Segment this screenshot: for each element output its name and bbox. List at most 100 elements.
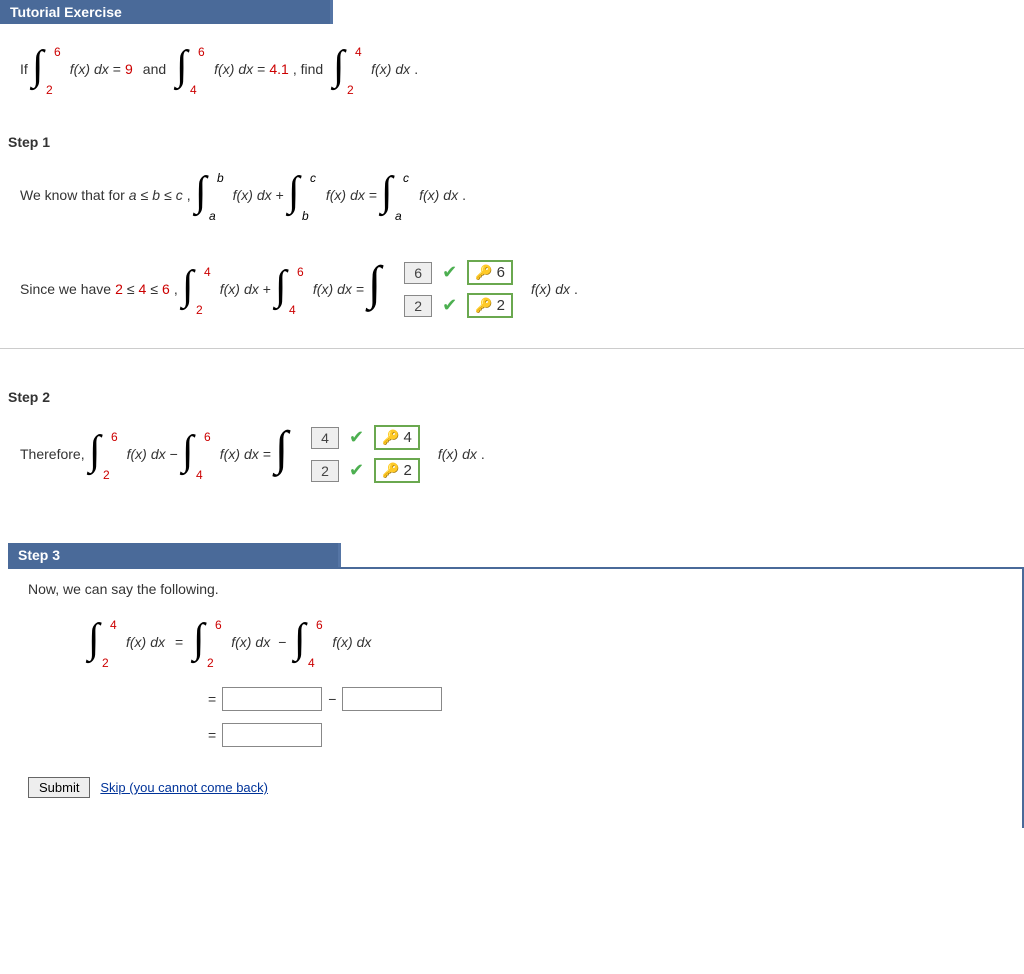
integral-icon: ∫ c b [288,170,322,220]
fx: f(x) [233,187,253,203]
input-value1[interactable] [222,687,322,711]
svg-text:∫: ∫ [179,263,196,311]
text-find: , find [293,61,323,77]
divider [0,348,1024,349]
dx: dx [337,281,352,297]
dx: dx [151,446,166,462]
lower-bound: b [302,209,309,223]
lower-bound: a [209,209,216,223]
dx: dx [255,634,270,650]
le: ≤ [127,281,135,297]
step1-line1: We know that for a ≤ b ≤ c , ∫ b a f(x) … [20,170,1004,220]
n6: 6 [162,281,170,297]
eq: = [369,187,377,203]
dx: dx [555,281,570,297]
key-answer-upper: 🔑4 [374,425,420,450]
c: c [176,187,183,203]
upper-bound: 6 [111,430,118,444]
svg-text:∫: ∫ [378,169,395,217]
eq: = [257,61,265,77]
eq: = [208,691,216,707]
lower-bound: 4 [289,303,296,317]
tutorial-title: Tutorial Exercise [10,4,122,20]
integral-icon: ∫ [368,261,392,317]
svg-text:∫: ∫ [285,169,302,217]
lower-bound: 4 [308,656,315,670]
step3-box: Now, we can say the following. ∫ 4 2 f(x… [8,567,1024,828]
step2-line: Therefore, ∫ 6 2 f(x) dx − ∫ 6 4 f(x) dx… [20,425,1004,483]
minus: − [170,446,178,462]
step3-eq1: ∫ 4 2 f(x) dx = ∫ 6 2 f(x) dx − ∫ 6 4 f(… [88,617,1002,667]
integral-icon: ∫ 6 4 [294,617,328,667]
svg-text:∫: ∫ [330,43,347,91]
upper-bound: 6 [198,45,205,59]
comma: , [174,281,178,297]
fx: f(x) [531,281,551,297]
key-icon: 🔑 [382,462,399,479]
integral-icon: ∫ 6 2 [32,44,66,94]
dx: dx [150,634,165,650]
minus: − [278,634,286,650]
skip-link[interactable]: Skip (you cannot come back) [100,780,268,795]
dx: dx [350,187,365,203]
period: . [574,281,578,297]
step3-title: Step 3 [18,547,60,563]
lower-bound: 2 [207,656,214,670]
period: . [481,446,485,462]
a: a [129,187,137,203]
b: b [152,187,160,203]
lower-bound: 4 [190,83,197,97]
input-result[interactable] [222,723,322,747]
key-val: 6 [497,264,505,281]
dx: dx [94,61,109,77]
check-icon: ✔ [349,460,364,481]
submit-button[interactable]: Submit [28,777,90,798]
check-icon: ✔ [442,262,457,283]
step3-line1: Now, we can say the following. [28,581,1002,597]
integral-icon: ∫ 4 2 [333,44,367,94]
integral-icon: ∫ 6 4 [275,264,309,314]
text: Since we have [20,281,111,297]
upper-bound: 4 [355,45,362,59]
answer-lower: 2 [404,295,432,317]
eq: = [356,281,364,297]
period: . [414,61,418,77]
fx: f(x) [220,281,240,297]
value-4.1: 4.1 [269,61,288,77]
key-icon: 🔑 [382,429,399,446]
lower-bound: 2 [347,83,354,97]
le: ≤ [150,281,158,297]
le: ≤ [141,187,149,203]
lower-bound: 2 [46,83,53,97]
fx: f(x) [70,61,90,77]
integral-icon: ∫ 4 2 [88,617,122,667]
svg-text:∫: ∫ [179,428,196,476]
dx: dx [244,446,259,462]
dx: dx [462,446,477,462]
key-icon: 🔑 [475,264,492,281]
dx: dx [395,61,410,77]
upper-bound: 6 [316,618,323,632]
fx: f(x) [332,634,352,650]
fx: f(x) [214,61,234,77]
plus: + [276,187,284,203]
svg-text:∫: ∫ [192,169,209,217]
dx: dx [244,281,259,297]
fx: f(x) [371,61,391,77]
upper-bound: 4 [204,265,211,279]
upper-bound: c [403,171,409,185]
lower-bound: 2 [102,656,109,670]
period: . [462,187,466,203]
answer-lower: 2 [311,460,339,482]
upper-bound: 4 [110,618,117,632]
n4: 4 [139,281,147,297]
fx: f(x) [126,634,146,650]
dx: dx [238,61,253,77]
key-val: 2 [497,297,505,314]
step1-line2: Since we have 2 ≤ 4 ≤ 6 , ∫ 4 2 f(x) dx … [20,260,1004,318]
step1-title: Step 1 [8,134,1004,150]
dx: dx [357,634,372,650]
input-value2[interactable] [342,687,442,711]
integral-icon: ∫ 6 4 [176,44,210,94]
svg-text:∫: ∫ [365,257,384,312]
